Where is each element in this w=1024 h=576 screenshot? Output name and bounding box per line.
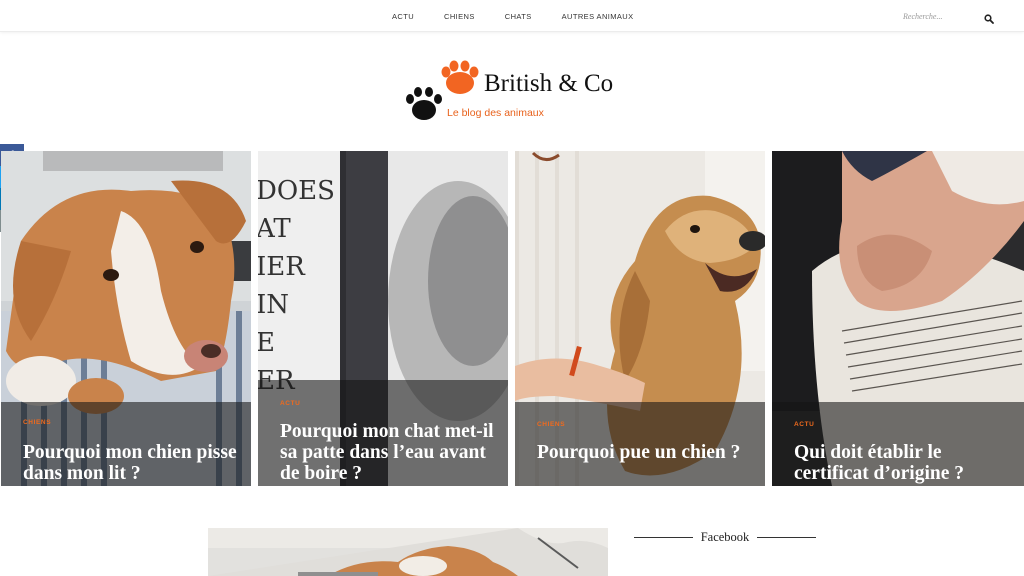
post-category[interactable]: CHIENS [537, 421, 565, 428]
nav-item-actu[interactable]: ACTU [392, 12, 414, 21]
post-category[interactable]: ACTU [794, 421, 814, 428]
main-menu: ACTU CHIENS CHATS AUTRES ANIMAUX [392, 0, 664, 32]
post-title[interactable]: Qui doit établir le certificat d’origine… [794, 442, 1010, 484]
title-divider-left [634, 536, 693, 538]
facebook-widget-heading: Facebook [700, 529, 750, 544]
svg-text:IN: IN [258, 290, 289, 320]
nav-item-chiens[interactable]: CHIENS [444, 12, 475, 21]
nav-item-chats[interactable]: CHATS [505, 12, 532, 21]
post-card-3[interactable]: CHIENS Pourquoi pue un chien ? [515, 151, 765, 486]
post-card-1[interactable]: CHIENS Pourquoi mon chien pisse dans mon… [1, 151, 251, 486]
search-box [898, 8, 994, 24]
svg-text:DOES: DOES [258, 176, 335, 206]
site-logo[interactable]: British & Co Le blog des animaux [402, 58, 632, 126]
post-card-2[interactable]: DOES AT IER IN E ER ACTU Pourquoi mon ch… [258, 151, 508, 486]
post-category[interactable]: ACTU [280, 400, 300, 407]
post-category[interactable]: CHIENS [23, 419, 51, 426]
svg-text:AT: AT [258, 214, 291, 244]
sidebar-facebook-widget-title: Facebook [634, 528, 817, 546]
post-card-4[interactable]: ACTU Qui doit établir le certificat d’or… [772, 151, 1024, 486]
post-title[interactable]: Pourquoi pue un chien ? [537, 442, 751, 463]
top-navigation-bar: ACTU CHIENS CHATS AUTRES ANIMAUX [0, 0, 1024, 32]
site-brand-name: British & Co [484, 70, 614, 97]
svg-text:E: E [258, 328, 275, 358]
post-title[interactable]: Pourquoi mon chat met-il sa patte dans l… [280, 421, 494, 484]
featured-post-thumbnail[interactable] [208, 528, 608, 576]
title-divider-right [757, 536, 817, 538]
search-icon[interactable] [984, 11, 994, 24]
search-input[interactable] [898, 11, 968, 21]
site-tagline: Le blog des animaux [447, 107, 544, 119]
featured-photo-dog [208, 528, 608, 576]
svg-text:IER: IER [258, 252, 306, 282]
post-title[interactable]: Pourquoi mon chien pisse dans mon lit ? [23, 442, 237, 484]
nav-item-autres-animaux[interactable]: AUTRES ANIMAUX [562, 12, 634, 21]
